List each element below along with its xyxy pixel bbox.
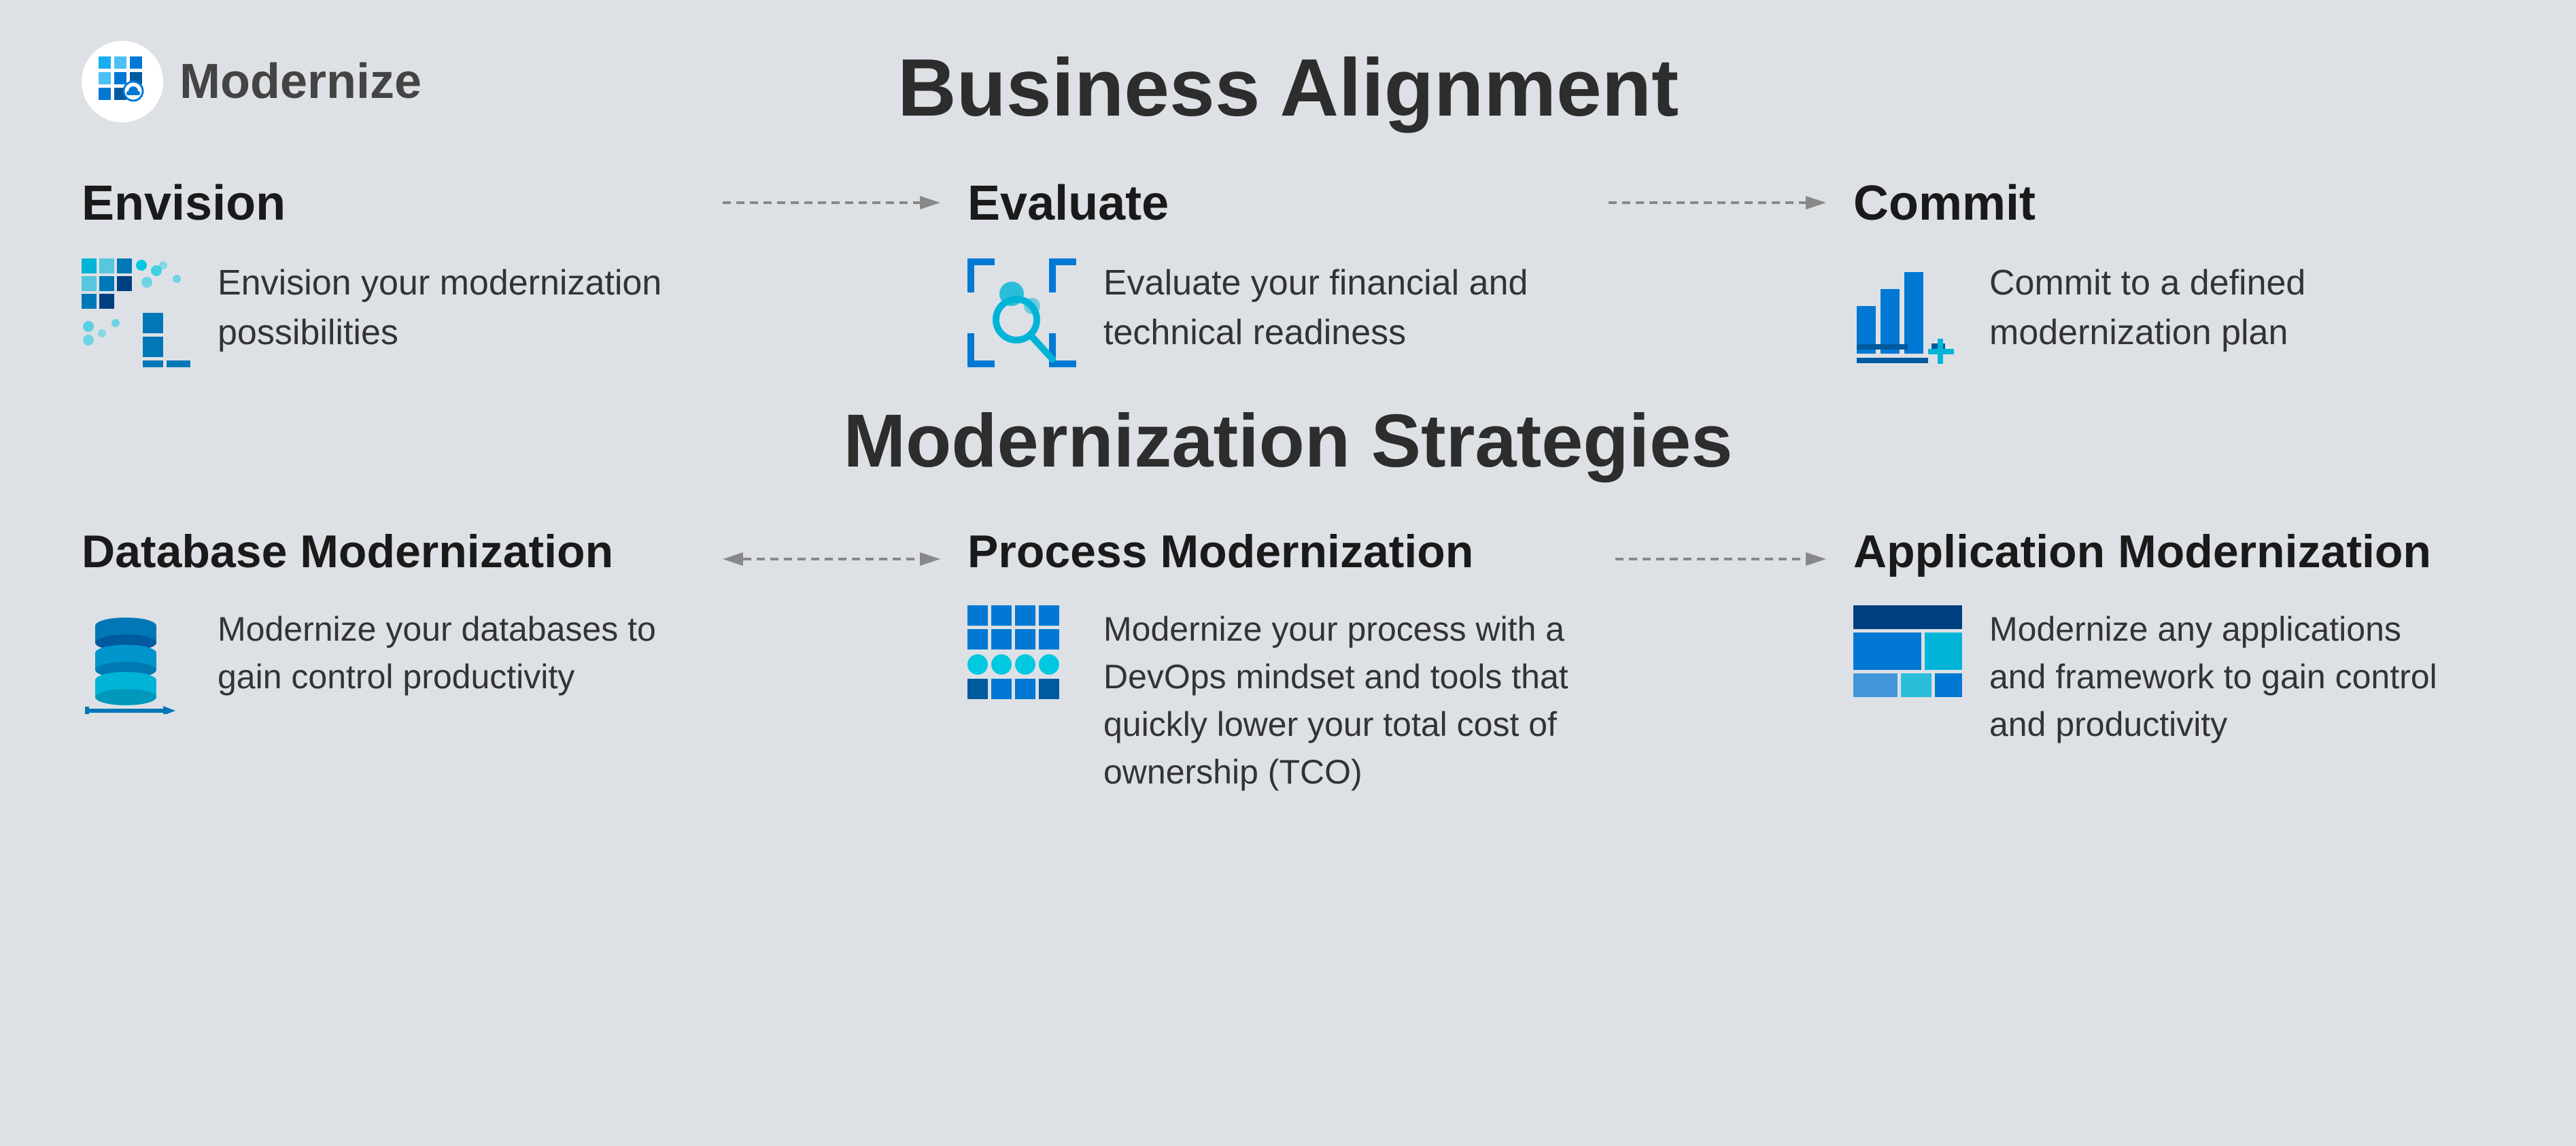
strategy-database-desc: Modernize your databases to gain control…	[218, 605, 695, 701]
phase-evaluate: Evaluate	[940, 175, 1609, 371]
cloud-grid-icon	[95, 53, 150, 111]
arrow-envision-evaluate	[723, 175, 940, 216]
application-icon	[1853, 605, 1962, 718]
strategy-database-content: Modernize your databases to gain control…	[82, 605, 695, 718]
phase-evaluate-desc: Evaluate your financial and technical re…	[1103, 258, 1581, 358]
logo-text: Modernize	[179, 54, 422, 109]
strategy-application-desc: Modernize any applications and framework…	[1989, 605, 2467, 748]
strategy-process-desc: Modernize your process with a DevOps min…	[1103, 605, 1581, 796]
strategy-application: Application Modernization	[1826, 525, 2494, 748]
phase-envision-content: Envision your modernization possibilitie…	[82, 258, 695, 371]
strategy-database-header: Database Modernization	[82, 525, 695, 578]
strategy-process-content: Modernize your process with a DevOps min…	[967, 605, 1581, 796]
phase-commit-title: Commit	[1853, 175, 2036, 231]
logo-circle	[82, 41, 163, 122]
phase-evaluate-title: Evaluate	[967, 175, 1169, 231]
arrow-process-application	[1609, 525, 1826, 573]
arrow-database-process	[723, 525, 940, 573]
phase-commit-header: Commit	[1853, 175, 2467, 231]
phase-commit: Commit	[1826, 175, 2494, 371]
strategy-application-header: Application Modernization	[1853, 525, 2467, 578]
phase-evaluate-header: Evaluate	[967, 175, 1581, 231]
phase-envision-desc: Envision your modernization possibilitie…	[218, 258, 695, 358]
arrow-evaluate-commit	[1609, 175, 1826, 216]
logo-area: Modernize	[82, 41, 422, 122]
phase-evaluate-content: Evaluate your financial and technical re…	[967, 258, 1581, 371]
page: Modernize Business Alignment Envision	[0, 0, 2576, 1146]
strategy-process: Process Modernization	[940, 525, 1609, 796]
phase-commit-content: Commit to a defined modernization plan	[1853, 258, 2467, 371]
strategy-process-title: Process Modernization	[967, 525, 1473, 578]
strategy-process-header: Process Modernization	[967, 525, 1581, 578]
phase-envision: Envision	[82, 175, 723, 371]
alignment-row: Envision	[82, 175, 2494, 371]
page-title: Business Alignment	[897, 41, 1679, 135]
strategy-database: Database Modernization	[82, 525, 723, 718]
phase-envision-header: Envision	[82, 175, 695, 231]
phase-commit-desc: Commit to a defined modernization plan	[1989, 258, 2467, 358]
strategies-title: Modernization Strategies	[82, 398, 2494, 484]
evaluate-icon	[967, 258, 1076, 371]
header: Modernize Business Alignment	[82, 41, 2494, 135]
phase-envision-title: Envision	[82, 175, 286, 231]
envision-icon	[82, 258, 190, 371]
strategy-application-content: Modernize any applications and framework…	[1853, 605, 2467, 748]
strategy-application-title: Application Modernization	[1853, 525, 2431, 578]
database-icon	[82, 605, 190, 718]
commit-icon	[1853, 258, 1962, 371]
strategy-database-title: Database Modernization	[82, 525, 613, 578]
strategies-row: Database Modernization	[82, 525, 2494, 796]
process-icon	[967, 605, 1076, 718]
